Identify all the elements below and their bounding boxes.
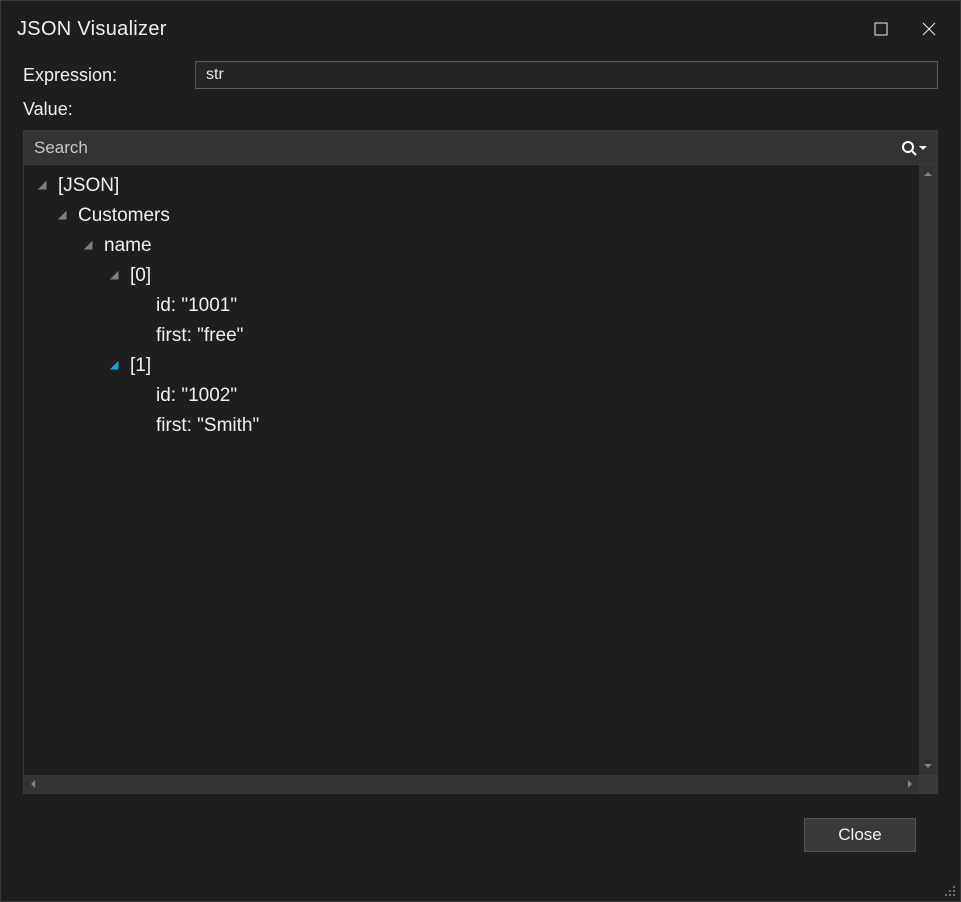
close-button[interactable]: Close	[804, 818, 916, 852]
expander-icon[interactable]	[82, 239, 96, 253]
tree-node-label: name	[104, 232, 152, 261]
tree-node-label: first: "free"	[156, 322, 243, 351]
tree-view[interactable]: [JSON] Customers name	[24, 165, 919, 775]
window-title: JSON Visualizer	[17, 18, 167, 41]
close-button-label: Close	[838, 825, 881, 845]
resize-grip-icon[interactable]	[941, 882, 957, 898]
search-icon	[901, 140, 917, 156]
tree-node-item-0[interactable]: [0]	[28, 261, 915, 291]
scrollbar-corner	[919, 775, 937, 793]
search-input[interactable]	[34, 138, 897, 158]
tree-leaf[interactable]: id: "1002"	[28, 381, 915, 411]
expression-input[interactable]	[195, 61, 938, 89]
tree-node-root[interactable]: [JSON]	[28, 171, 915, 201]
search-button[interactable]	[897, 140, 931, 156]
scroll-up-icon[interactable]	[919, 165, 937, 183]
maximize-button[interactable]	[858, 13, 904, 45]
tree-leaf[interactable]: id: "1001"	[28, 291, 915, 321]
tree-node-label: id: "1001"	[156, 292, 237, 321]
close-window-button[interactable]	[906, 13, 952, 45]
value-panel: [JSON] Customers name	[23, 130, 938, 794]
tree-node-label: Customers	[78, 202, 170, 231]
expander-icon[interactable]	[108, 269, 122, 283]
tree-node-item-1[interactable]: [1]	[28, 351, 915, 381]
tree-node-label: [0]	[130, 262, 151, 291]
titlebar: JSON Visualizer	[1, 1, 960, 57]
tree-node-customers[interactable]: Customers	[28, 201, 915, 231]
tree-node-label: [JSON]	[58, 172, 119, 201]
expander-icon[interactable]	[56, 209, 70, 223]
expander-icon[interactable]	[36, 179, 50, 193]
scroll-down-icon[interactable]	[919, 757, 937, 775]
tree-node-label: id: "1002"	[156, 382, 237, 411]
tree-leaf[interactable]: first: "Smith"	[28, 411, 915, 441]
vertical-scrollbar[interactable]	[919, 165, 937, 775]
maximize-icon	[874, 22, 888, 36]
horizontal-scrollbar[interactable]	[24, 775, 919, 793]
tree-leaf[interactable]: first: "free"	[28, 321, 915, 351]
tree-node-label: first: "Smith"	[156, 412, 259, 441]
scroll-left-icon[interactable]	[24, 775, 42, 793]
tree-node-label: [1]	[130, 352, 151, 381]
scroll-right-icon[interactable]	[901, 775, 919, 793]
search-bar	[24, 131, 937, 165]
expander-icon[interactable]	[108, 359, 122, 373]
value-label: Value:	[23, 99, 938, 120]
chevron-down-icon	[919, 144, 927, 152]
tree-node-name[interactable]: name	[28, 231, 915, 261]
close-icon	[922, 22, 936, 36]
expression-label: Expression:	[23, 65, 183, 86]
